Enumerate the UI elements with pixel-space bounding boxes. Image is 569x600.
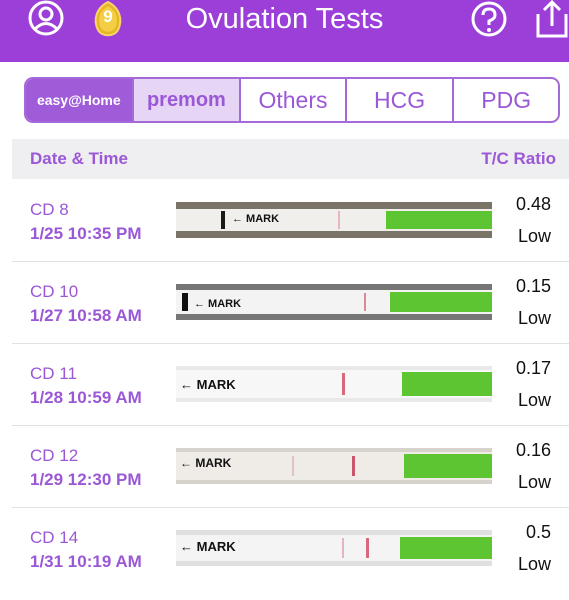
tab-premom-label: premom bbox=[146, 88, 226, 111]
cycle-day: CD 10 bbox=[30, 282, 79, 301]
table-header: Date & Time T/C Ratio bbox=[12, 139, 569, 179]
tc-ratio-value: 0.48 bbox=[515, 194, 551, 214]
date-time-header: Date & Time bbox=[30, 149, 128, 168]
tc-ratio-value: 0.17 bbox=[515, 358, 551, 378]
tab-others-label: Others bbox=[258, 86, 328, 113]
help-icon[interactable] bbox=[470, 0, 508, 40]
strip-mark-text: ← MARK bbox=[194, 298, 241, 310]
lh-level: Low bbox=[517, 390, 551, 410]
strip-mark-text: ← MARK bbox=[180, 539, 236, 554]
test-datetime: 1/28 10:59 AM bbox=[30, 388, 142, 407]
tc-ratio-value: 0.15 bbox=[515, 276, 551, 296]
tc-ratio-header: T/C Ratio bbox=[481, 149, 556, 168]
test-strip-image: ← MARK bbox=[176, 448, 492, 484]
cycle-day: CD 14 bbox=[30, 528, 79, 547]
lh-level: Low bbox=[517, 308, 551, 328]
strip-mark-text: ← MARK bbox=[232, 213, 279, 225]
cycle-day: CD 8 bbox=[30, 200, 69, 219]
test-datetime: 1/27 10:58 AM bbox=[30, 306, 142, 325]
tab-pdg-label: PDG bbox=[481, 86, 532, 113]
test-strip-image: ← MARK bbox=[176, 366, 492, 402]
test-strip-image: ← MARK bbox=[176, 202, 492, 238]
tab-premom[interactable]: premom bbox=[133, 79, 242, 121]
tab-hcg-label: HCG bbox=[374, 86, 426, 113]
lh-level: Low bbox=[517, 472, 551, 492]
strip-mark-text: ← MARK bbox=[180, 456, 232, 470]
tab-easy-home[interactable]: easy@Home bbox=[26, 79, 134, 121]
test-row[interactable]: CD 10 1/27 10:58 AM ← MARK 0.15 Low bbox=[12, 262, 569, 344]
test-datetime: 1/29 12:30 PM bbox=[30, 470, 142, 489]
tc-ratio-value: 0.5 bbox=[525, 522, 551, 542]
tab-pdg[interactable]: PDG bbox=[454, 79, 558, 121]
brand-tabs: easy@Home premom Others HCG PDG bbox=[24, 77, 560, 123]
tab-easy-home-label: easy@Home bbox=[36, 92, 121, 108]
lh-level: Low bbox=[517, 554, 551, 574]
tab-others[interactable]: Others bbox=[241, 79, 347, 121]
test-row[interactable]: CD 12 1/29 12:30 PM ← MARK 0.16 Low bbox=[12, 426, 569, 508]
test-row[interactable]: CD 8 1/25 10:35 PM ← MARK 0.48 Low bbox=[12, 180, 569, 262]
lh-level: Low bbox=[517, 226, 551, 246]
test-strip-image: ← MARK bbox=[176, 284, 492, 320]
share-icon[interactable] bbox=[534, 0, 569, 40]
test-strip-image: ← MARK bbox=[176, 530, 492, 566]
test-row[interactable]: CD 11 1/28 10:59 AM ← MARK 0.17 Low bbox=[12, 344, 569, 426]
test-row[interactable]: CD 14 1/31 10:19 AM ← MARK 0.5 Low bbox=[12, 508, 569, 590]
app-header: 9 Ovulation Tests bbox=[0, 0, 569, 62]
cycle-day: CD 11 bbox=[30, 364, 77, 383]
tc-ratio-value: 0.16 bbox=[515, 440, 551, 460]
strip-mark-text: ← MARK bbox=[180, 377, 236, 392]
test-datetime: 1/31 10:19 AM bbox=[30, 552, 142, 571]
tab-hcg[interactable]: HCG bbox=[347, 79, 455, 121]
cycle-day: CD 12 bbox=[30, 446, 79, 465]
test-datetime: 1/25 10:35 PM bbox=[30, 224, 142, 243]
